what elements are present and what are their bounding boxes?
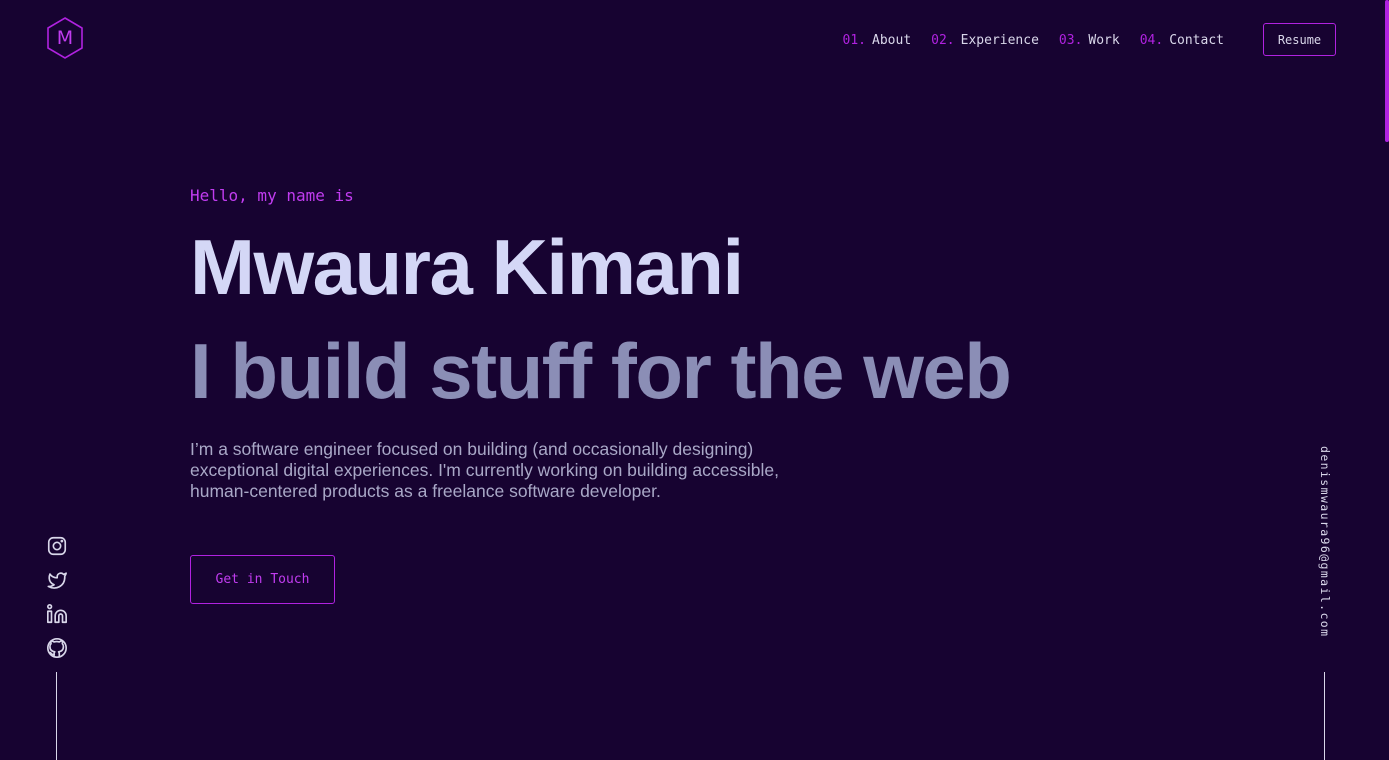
nav-number: 03. bbox=[1058, 32, 1083, 48]
twitter-icon bbox=[47, 572, 67, 589]
nav-item-work[interactable]: 03. Work bbox=[1059, 33, 1120, 48]
top-nav: 01. About 02. Experience 03. Work 04. Contac… bbox=[843, 30, 1224, 50]
nav-label: Work bbox=[1088, 32, 1120, 48]
hero-greeting: Hello, my name is bbox=[190, 186, 354, 205]
email-link[interactable]: denismwaura96@gmail.com bbox=[1316, 446, 1332, 641]
nav-item-about[interactable]: 01. About bbox=[843, 33, 912, 48]
nav-item-experience[interactable]: 02. Experience bbox=[931, 33, 1039, 48]
get-in-touch-button[interactable]: Get in Touch bbox=[190, 555, 335, 604]
nav-label: Experience bbox=[960, 32, 1039, 48]
hero-section: Hello, my name is Mwaura Kimani I build … bbox=[190, 186, 1090, 502]
resume-button[interactable]: Resume bbox=[1263, 23, 1336, 56]
left-divider-line bbox=[56, 672, 57, 760]
github-icon bbox=[47, 638, 67, 658]
instagram-link[interactable] bbox=[46, 535, 68, 557]
right-divider-line bbox=[1324, 672, 1325, 760]
hero-name: Mwaura Kimani bbox=[190, 223, 744, 311]
nav-number: 02. bbox=[931, 32, 955, 48]
nav-number: 01. bbox=[842, 32, 867, 48]
linkedin-link[interactable] bbox=[46, 603, 68, 625]
nav-number: 04. bbox=[1139, 32, 1164, 48]
nav-label: About bbox=[872, 32, 912, 48]
social-links bbox=[46, 535, 68, 659]
twitter-link[interactable] bbox=[46, 569, 68, 591]
nav-label: Contact bbox=[1169, 32, 1224, 48]
hero-tagline: I build stuff for the web bbox=[190, 327, 1012, 415]
logo-letter: M bbox=[56, 27, 74, 49]
hero-bio: I’m a software engineer focused on build… bbox=[190, 439, 779, 501]
github-link[interactable] bbox=[46, 637, 68, 659]
nav-item-contact[interactable]: 04. Contact bbox=[1140, 33, 1224, 48]
scrollbar-thumb[interactable] bbox=[1385, 0, 1389, 142]
logo-link[interactable]: M bbox=[46, 17, 84, 59]
instagram-icon bbox=[47, 536, 67, 556]
linkedin-icon bbox=[47, 604, 67, 624]
